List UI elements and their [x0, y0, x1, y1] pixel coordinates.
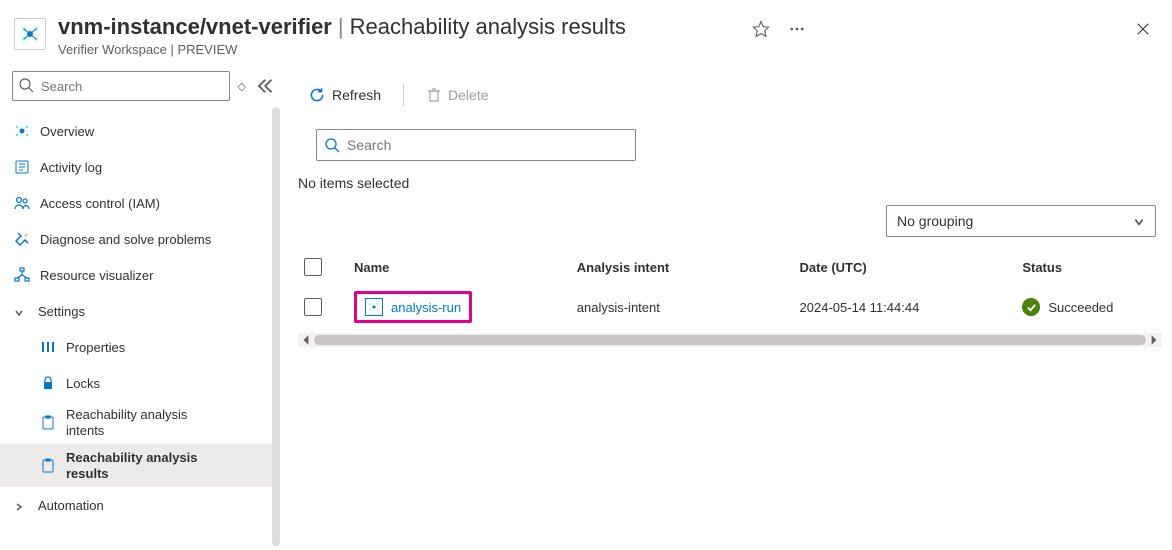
- results-icon: [40, 458, 56, 474]
- favorite-icon[interactable]: [752, 20, 770, 38]
- iam-icon: [14, 195, 30, 211]
- sidebar-item-overview[interactable]: Overview: [0, 113, 280, 149]
- chevron-down-icon: [14, 306, 24, 316]
- chevron-down-icon: [1133, 215, 1145, 227]
- horizontal-scrollbar[interactable]: [298, 333, 1162, 347]
- table-row[interactable]: analysis-run analysis-intent 2024-05-14 …: [298, 287, 1162, 327]
- overview-icon: [14, 123, 30, 139]
- row-date: 2024-05-14 11:44:44: [800, 300, 1023, 315]
- search-icon: [18, 77, 34, 93]
- sidebar-scrollbar[interactable]: [272, 107, 280, 546]
- table-header: Name Analysis intent Date (UTC) Status: [298, 247, 1162, 287]
- page-title: vnm-instance/vnet-verifier | Reachabilit…: [58, 14, 752, 40]
- col-date[interactable]: Date (UTC): [800, 260, 1023, 275]
- scroll-right-icon[interactable]: [1148, 334, 1160, 346]
- close-icon[interactable]: [1134, 20, 1152, 38]
- select-all-checkbox[interactable]: [304, 258, 322, 276]
- sidebar-item-resource-visualizer[interactable]: Resource visualizer: [0, 257, 280, 293]
- results-table: Name Analysis intent Date (UTC) Status a…: [298, 247, 1162, 347]
- locks-icon: [40, 375, 56, 391]
- diagnose-icon: [14, 231, 30, 247]
- toolbar-separator: [403, 84, 404, 106]
- scrollbar-track[interactable]: [314, 335, 1146, 345]
- selection-status: No items selected: [298, 175, 1162, 191]
- resource-icon: [14, 18, 46, 50]
- toolbar: Refresh Delete: [298, 77, 1162, 113]
- delete-icon: [426, 87, 442, 103]
- col-name[interactable]: Name: [354, 260, 577, 275]
- refresh-icon: [308, 86, 326, 104]
- row-status: Succeeded: [1022, 298, 1156, 316]
- properties-icon: [40, 339, 56, 355]
- search-icon: [324, 137, 340, 153]
- resource-viz-icon: [14, 267, 30, 283]
- content-search[interactable]: [316, 129, 636, 161]
- sidebar-item-diagnose[interactable]: Diagnose and solve problems: [0, 221, 280, 257]
- sidebar-group-automation[interactable]: Automation: [0, 487, 280, 523]
- row-intent: analysis-intent: [577, 300, 800, 315]
- expand-collapse-icon[interactable]: ◇: [238, 80, 246, 93]
- sidebar: ◇ Overview Activity log Access control (…: [0, 67, 280, 550]
- col-status[interactable]: Status: [1022, 260, 1156, 275]
- col-intent[interactable]: Analysis intent: [577, 260, 800, 275]
- collapse-sidebar-icon[interactable]: [254, 76, 274, 96]
- row-name-highlight: analysis-run: [354, 291, 472, 323]
- refresh-button[interactable]: Refresh: [302, 82, 387, 108]
- resource-icon: [365, 298, 383, 316]
- delete-button: Delete: [420, 83, 494, 107]
- sidebar-item-iam[interactable]: Access control (IAM): [0, 185, 280, 221]
- sidebar-item-intents[interactable]: Reachability analysis intents: [0, 401, 280, 444]
- page-header: vnm-instance/vnet-verifier | Reachabilit…: [0, 0, 1172, 67]
- intents-icon: [40, 415, 56, 431]
- grouping-dropdown[interactable]: No grouping: [886, 205, 1156, 237]
- row-name-link[interactable]: analysis-run: [391, 300, 461, 315]
- scroll-left-icon[interactable]: [300, 334, 312, 346]
- sidebar-item-locks[interactable]: Locks: [0, 365, 280, 401]
- sidebar-nav: Overview Activity log Access control (IA…: [0, 113, 280, 523]
- sidebar-item-properties[interactable]: Properties: [0, 329, 280, 365]
- content-search-input[interactable]: [316, 129, 636, 161]
- more-icon[interactable]: [788, 20, 806, 38]
- sidebar-item-activity-log[interactable]: Activity log: [0, 149, 280, 185]
- chevron-right-icon: [14, 500, 24, 510]
- sidebar-search[interactable]: [12, 71, 230, 101]
- activity-log-icon: [14, 159, 30, 175]
- sidebar-group-settings[interactable]: Settings: [0, 293, 280, 329]
- main-content: Refresh Delete No items selected No grou…: [280, 67, 1172, 550]
- success-icon: [1022, 298, 1040, 316]
- page-subtitle: Verifier Workspace | PREVIEW: [58, 42, 752, 57]
- sidebar-search-input[interactable]: [12, 71, 230, 101]
- sidebar-item-results[interactable]: Reachability analysis results: [0, 444, 280, 487]
- row-checkbox[interactable]: [304, 298, 322, 316]
